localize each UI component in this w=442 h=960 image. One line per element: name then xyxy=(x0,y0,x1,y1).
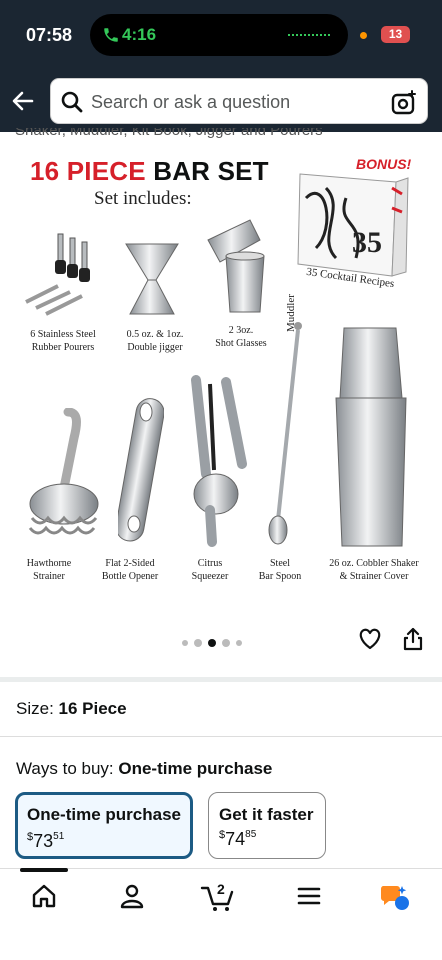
get-it-faster-option[interactable]: Get it faster $7485 xyxy=(208,792,326,859)
home-icon[interactable] xyxy=(30,882,58,910)
option-label: Get it faster xyxy=(219,805,314,824)
call-duration: 4:16 xyxy=(122,25,157,44)
cobbler-shaker-image xyxy=(335,327,407,547)
active-tab-indicator xyxy=(20,868,68,872)
carousel-dot-active[interactable] xyxy=(208,638,216,647)
audio-wave-icon xyxy=(288,34,330,36)
carousel-dot[interactable] xyxy=(222,638,230,647)
divider xyxy=(0,736,442,737)
title-rest: BAR SET xyxy=(153,156,269,186)
heart-icon[interactable] xyxy=(357,626,383,652)
item-caption: 6 Stainless Steel Rubber Pourers xyxy=(30,329,96,353)
title-number: 16 PIECE xyxy=(30,156,146,186)
carousel-dot[interactable] xyxy=(182,639,188,646)
search-header: Search or ask a question xyxy=(0,70,442,132)
account-icon[interactable] xyxy=(118,882,146,910)
status-bar: 07:58 4:16 13 xyxy=(0,0,442,70)
item-caption: Citrus Squeezer xyxy=(191,558,229,582)
image-title: 16 PIECE BAR SET xyxy=(30,156,269,187)
back-arrow-icon[interactable] xyxy=(10,88,36,114)
phone-icon xyxy=(104,28,118,42)
muddler-caption: Muddler xyxy=(285,294,297,332)
size-value: 16 Piece xyxy=(58,699,127,718)
image-subtitle: Set includes: xyxy=(94,188,192,209)
size-row[interactable]: Size: 16 Piece xyxy=(16,699,127,719)
ways-to-buy-row: Ways to buy: One-time purchase xyxy=(16,759,272,779)
option-price: $7485 xyxy=(219,829,257,849)
carousel-dot[interactable] xyxy=(236,639,242,646)
item-caption: 26 oz. Cobbler Shaker & Strainer Cover xyxy=(329,558,419,582)
size-label: Size: xyxy=(16,699,54,718)
camera-lens-icon[interactable] xyxy=(391,90,417,116)
ways-value: One-time purchase xyxy=(118,759,273,778)
share-icon[interactable] xyxy=(402,626,424,652)
jigger-image xyxy=(125,243,179,315)
pourers-image xyxy=(25,233,90,316)
search-placeholder[interactable]: Search or ask a question xyxy=(91,92,290,113)
search-bar[interactable]: Search or ask a question xyxy=(50,78,428,124)
search-icon xyxy=(61,91,83,113)
breadcrumb: Shaker, Muddler, Kit Book, Jigger and Po… xyxy=(15,128,323,139)
option-price: $7351 xyxy=(27,831,65,851)
cart-icon[interactable]: 2 xyxy=(200,878,236,912)
bar-spoon-image xyxy=(268,322,302,545)
item-caption: 0.5 oz. & 1oz. Double jigger xyxy=(126,329,184,353)
rufus-icon[interactable] xyxy=(380,882,412,912)
cart-count: 2 xyxy=(217,881,225,897)
divider xyxy=(0,677,442,682)
citrus-squeezer-image xyxy=(191,375,247,547)
menu-icon[interactable] xyxy=(296,882,322,910)
item-caption: Steel Bar Spoon xyxy=(258,558,302,582)
carousel-dot[interactable] xyxy=(194,638,202,647)
recipe-book-image: 35 xyxy=(297,173,409,277)
bottle-opener-image xyxy=(118,398,164,542)
hawthorne-strainer-image xyxy=(28,408,99,535)
battery-badge: 13 xyxy=(381,26,410,43)
option-label: One-time purchase xyxy=(27,805,181,824)
carousel-dots[interactable] xyxy=(182,634,248,647)
item-caption: Flat 2-Sided Bottle Opener xyxy=(101,558,159,582)
one-time-purchase-option[interactable]: One-time purchase $7351 xyxy=(15,792,193,859)
recording-indicator-icon xyxy=(360,32,367,39)
product-image[interactable]: 16 PIECE BAR SET Set includes: BONUS! 35… xyxy=(0,142,442,612)
shot-glasses-image xyxy=(207,219,265,313)
dynamic-island[interactable]: 4:16 xyxy=(90,14,348,56)
status-time: 07:58 xyxy=(26,25,73,45)
ways-label: Ways to buy: xyxy=(16,759,114,778)
app: 07:58 4:16 13 Search or ask a question S… xyxy=(0,0,442,960)
item-caption: Hawthorne Strainer xyxy=(26,558,72,582)
svg-text:35: 35 xyxy=(352,226,382,259)
